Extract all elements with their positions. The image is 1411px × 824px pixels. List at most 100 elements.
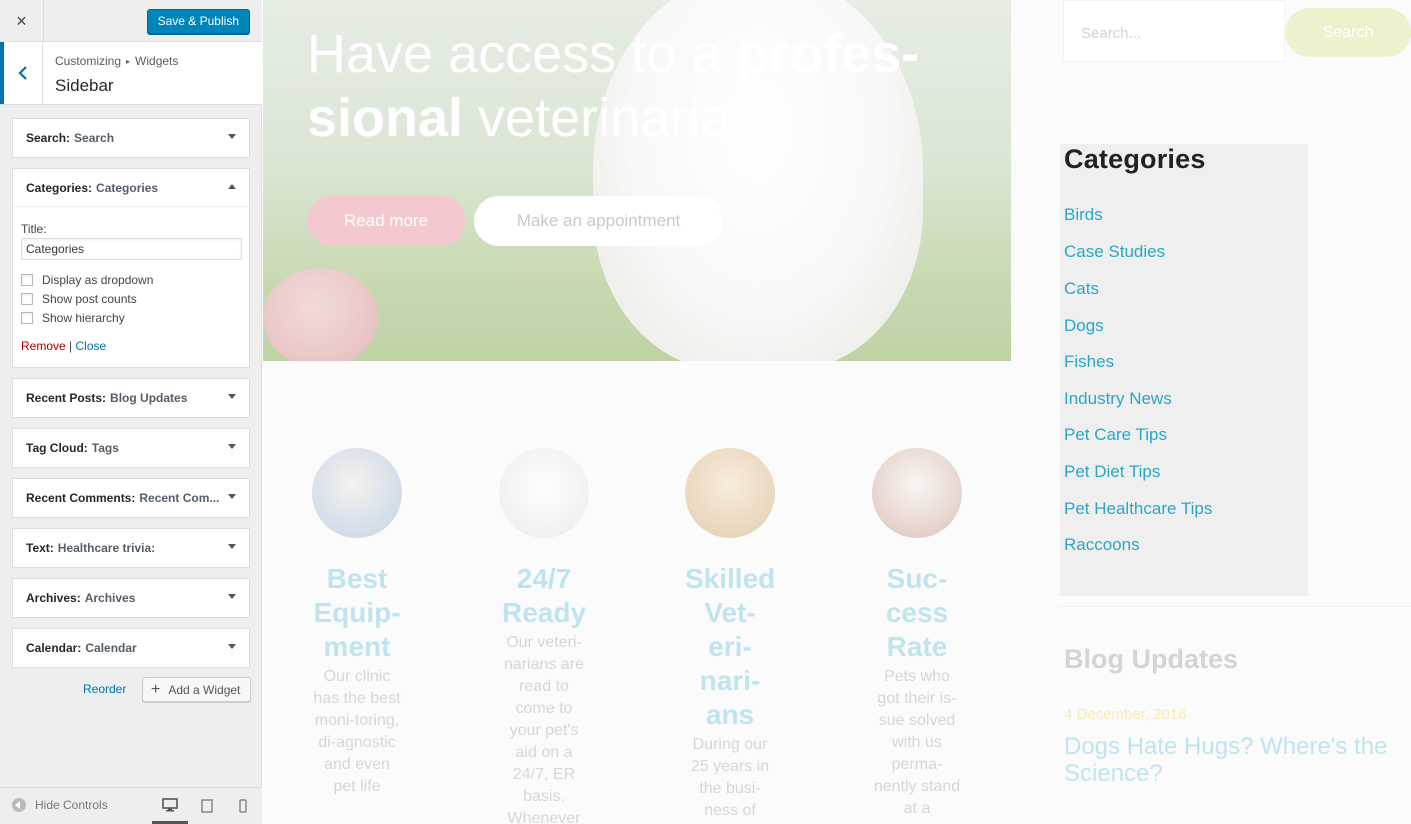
- checkbox[interactable]: [21, 292, 33, 305]
- option-show-post-counts[interactable]: Show post counts: [21, 291, 241, 306]
- feature-image: [499, 448, 589, 538]
- widget-archives[interactable]: Archives: Archives: [12, 578, 250, 618]
- feature-title: Skilled Vet-eri-nari-ans: [685, 563, 776, 730]
- widget-name: Recent Posts:: [26, 391, 107, 405]
- category-link[interactable]: Birds: [1064, 205, 1103, 225]
- widget-name: Archives:: [26, 591, 81, 605]
- tablet-icon: [201, 799, 213, 813]
- feature-text: Pets who got their is-sue solved with us…: [873, 668, 961, 817]
- read-more-button[interactable]: Read more: [307, 196, 465, 246]
- widget-recent-comments[interactable]: Recent Comments: Recent Com...: [12, 478, 250, 518]
- option-label: Show post counts: [42, 291, 137, 306]
- collapse-arrow-icon[interactable]: [228, 184, 236, 189]
- preview-desktop-button[interactable]: [152, 788, 188, 824]
- feature-title: Best Equip-ment: [313, 563, 401, 662]
- category-link[interactable]: Pet Care Tips: [1064, 425, 1167, 445]
- section-header: Customizing ▸ Widgets Sidebar: [0, 42, 262, 105]
- close-link[interactable]: Close: [76, 339, 107, 353]
- feature-item: Best Equip-ment Our clinic has the best …: [312, 448, 402, 798]
- widget-search[interactable]: Search: Search: [12, 118, 250, 158]
- category-link[interactable]: Cats: [1064, 279, 1099, 299]
- preview-tablet-button[interactable]: [189, 788, 225, 824]
- expand-arrow-icon[interactable]: [228, 394, 236, 399]
- widget-title: Search: [74, 131, 115, 145]
- option-show-hierarchy[interactable]: Show hierarchy: [21, 310, 241, 325]
- expand-arrow-icon[interactable]: [228, 134, 236, 139]
- post-date: 4 December, 2016: [1064, 706, 1187, 723]
- hero-banner: Have access to a profes-sional veterinar…: [263, 0, 1011, 361]
- widget-recent-posts[interactable]: Recent Posts: Blog Updates: [12, 378, 250, 418]
- plus-icon: +: [151, 680, 161, 698]
- appointment-button[interactable]: Make an appointment: [474, 196, 723, 246]
- widget-categories-header[interactable]: Categories: Categories: [13, 169, 249, 207]
- category-link[interactable]: Case Studies: [1064, 242, 1165, 262]
- widget-form: Title: Display as dropdown Show post cou…: [13, 207, 249, 353]
- category-link[interactable]: Pet Healthcare Tips: [1064, 499, 1212, 519]
- close-customizer-button[interactable]: ×: [0, 0, 44, 42]
- back-button[interactable]: [0, 42, 43, 104]
- section-title: Sidebar: [55, 76, 114, 95]
- feature-text: During our 25 years in the busi-ness of: [690, 736, 770, 819]
- checkbox[interactable]: [21, 273, 33, 286]
- feature-title: Suc-cess Rate: [885, 563, 949, 662]
- widget-name: Tag Cloud:: [26, 441, 88, 455]
- post-title-link[interactable]: Dogs Hate Hugs? Where's the Science?: [1064, 733, 1404, 787]
- category-link[interactable]: Industry News: [1064, 389, 1172, 409]
- collapse-icon: [12, 798, 26, 812]
- widget-name: Categories:: [26, 180, 93, 195]
- feature-image: [872, 448, 962, 538]
- title-input[interactable]: [21, 238, 242, 260]
- category-link[interactable]: Dogs: [1064, 316, 1104, 336]
- feature-item: Skilled Vet-eri-nari-ans During our 25 y…: [685, 448, 775, 822]
- category-link[interactable]: Fishes: [1064, 352, 1114, 372]
- divider: [1060, 606, 1411, 607]
- widget-title: Blog Updates: [110, 391, 188, 405]
- category-link[interactable]: Raccoons: [1064, 535, 1140, 555]
- feature-item: 24/7 Ready Our veteri-narians are read t…: [499, 448, 589, 824]
- breadcrumb-widgets: Widgets: [135, 54, 179, 68]
- reorder-link[interactable]: Reorder: [83, 682, 126, 696]
- feature-title: 24/7 Ready: [501, 563, 587, 628]
- option-display-dropdown[interactable]: Display as dropdown: [21, 272, 241, 287]
- customizer-header: × Save & Publish: [0, 0, 262, 42]
- widget-tag-cloud[interactable]: Tag Cloud: Tags: [12, 428, 250, 468]
- hide-controls-label: Hide Controls: [35, 798, 108, 812]
- widget-title: Healthcare trivia:: [57, 541, 156, 555]
- expand-arrow-icon[interactable]: [228, 594, 236, 599]
- option-label: Show hierarchy: [42, 310, 125, 325]
- option-label: Display as dropdown: [42, 272, 154, 287]
- feature-image: [312, 448, 402, 538]
- breadcrumb: Customizing ▸ Widgets: [55, 54, 178, 68]
- expand-arrow-icon[interactable]: [228, 444, 236, 449]
- categories-title: Categories: [1064, 144, 1206, 174]
- customizer-footer: Hide Controls: [0, 787, 262, 824]
- widget-name: Search:: [26, 131, 71, 145]
- widget-name: Recent Comments:: [26, 491, 136, 505]
- category-link[interactable]: Pet Diet Tips: [1064, 462, 1160, 482]
- preview-mobile-button[interactable]: [225, 788, 261, 824]
- expand-arrow-icon[interactable]: [228, 644, 236, 649]
- widget-title: Recent Com...: [139, 491, 220, 505]
- breadcrumb-separator: ▸: [126, 57, 131, 66]
- expand-arrow-icon[interactable]: [228, 494, 236, 499]
- mobile-icon: [239, 799, 247, 813]
- expand-arrow-icon[interactable]: [228, 544, 236, 549]
- feature-item: Suc-cess Rate Pets who got their is-sue …: [872, 448, 962, 820]
- site-preview: Have access to a profes-sional veterinar…: [263, 0, 1411, 824]
- widget-calendar[interactable]: Calendar: Calendar: [12, 628, 250, 668]
- close-icon: ×: [16, 10, 27, 31]
- search-button[interactable]: Search: [1285, 8, 1411, 57]
- widget-title: Tags: [91, 441, 119, 455]
- widget-title: Archives: [84, 591, 136, 605]
- save-publish-button[interactable]: Save & Publish: [146, 9, 250, 34]
- hide-controls-button[interactable]: Hide Controls: [12, 798, 108, 812]
- remove-link[interactable]: Remove: [21, 339, 66, 353]
- add-widget-button[interactable]: + Add a Widget: [142, 677, 251, 702]
- widget-text[interactable]: Text: Healthcare trivia:: [12, 528, 250, 568]
- breadcrumb-customizing: Customizing: [55, 54, 122, 68]
- widget-categories: Categories:Categories Title: Display as …: [12, 168, 250, 368]
- widget-actions: Remove | Close: [21, 339, 241, 353]
- checkbox[interactable]: [21, 311, 33, 324]
- search-input[interactable]: Search...: [1063, 0, 1285, 62]
- chevron-left-icon: [18, 66, 27, 80]
